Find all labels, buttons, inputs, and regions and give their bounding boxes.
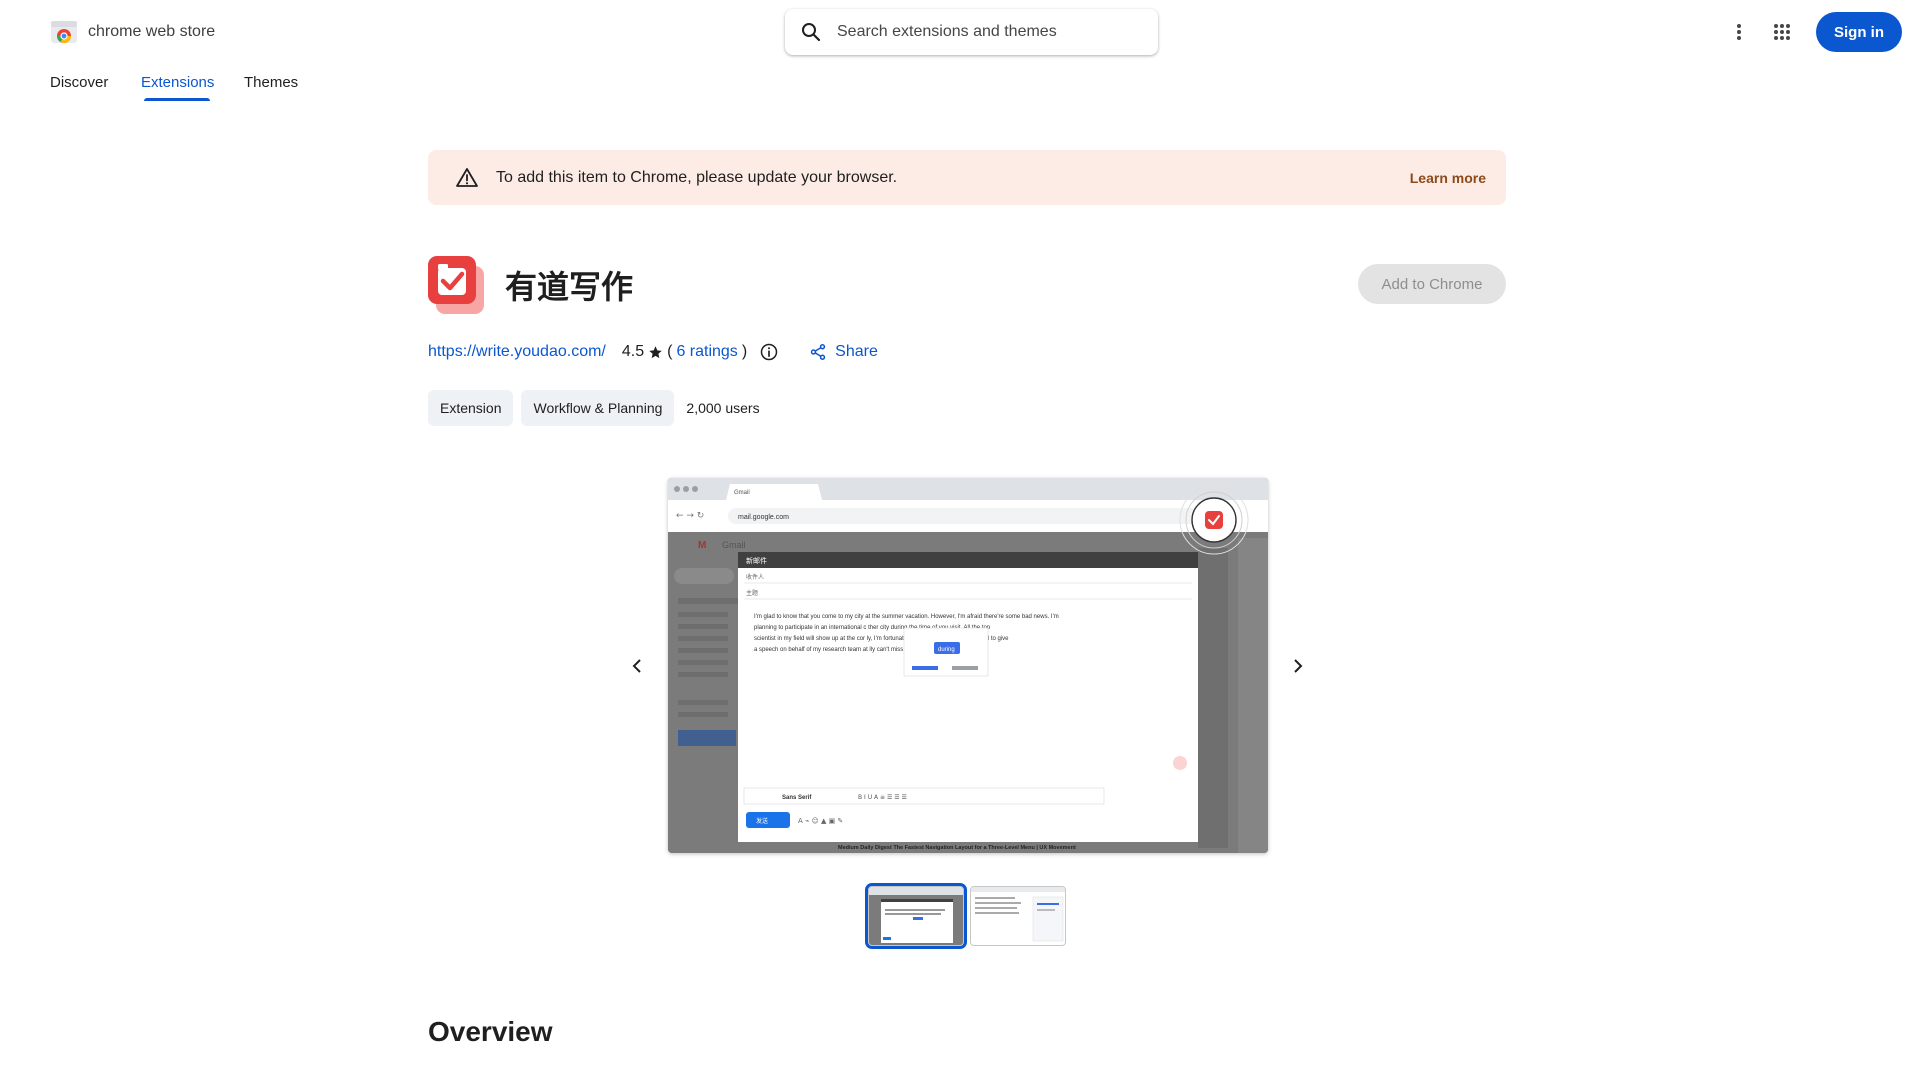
learn-more-link[interactable]: Learn more (1410, 170, 1486, 186)
top-header: chrome web store Sign in (0, 0, 1920, 64)
sign-in-button[interactable]: Sign in (1816, 12, 1902, 52)
search-input[interactable] (837, 23, 1137, 41)
banner-message: To add this item to Chrome, please updat… (496, 168, 898, 186)
share-icon (810, 344, 826, 360)
svg-text:M: M (698, 540, 706, 551)
warning-icon (456, 167, 478, 187)
svg-text:← → ↻: ← → ↻ (676, 511, 704, 521)
more-options-icon[interactable] (1727, 20, 1751, 44)
update-browser-banner: To add this item to Chrome, please updat… (428, 150, 1506, 205)
rating: 4.5 (6 ratings) (622, 343, 747, 361)
info-icon[interactable] (759, 342, 779, 362)
carousel-next-button[interactable] (1286, 654, 1310, 678)
compose-to-label: 收件人 (746, 573, 764, 581)
extension-meta: https://write.youdao.com/ 4.5 (6 ratings… (428, 342, 878, 362)
thumbnail-2[interactable] (970, 886, 1066, 946)
chip-workflow-planning[interactable]: Workflow & Planning (521, 390, 675, 426)
google-apps-icon[interactable] (1770, 20, 1794, 44)
ratings-count-link[interactable]: 6 ratings (676, 343, 737, 361)
carousel-prev-button[interactable] (625, 654, 649, 678)
gmail-compose-screenshot: Gmail ← → ↻ mail.google.com M Gmail 新邮件 … (668, 478, 1268, 853)
compose-subject-label: 主题 (746, 589, 758, 597)
font-selector: Sans Serif (782, 795, 812, 801)
extension-title: 有道写作 (505, 268, 634, 306)
chevron-left-icon (632, 659, 641, 673)
chrome-web-store-logo-icon (51, 21, 77, 43)
nav-discover[interactable]: Discover (50, 68, 141, 97)
star-icon (649, 345, 662, 358)
svg-text:B I U A ≡ ☰ ☰ ☰: B I U A ≡ ☰ ☰ ☰ (858, 794, 907, 801)
thumbnail-1-preview (869, 887, 963, 945)
rating-value: 4.5 (621, 343, 645, 360)
chip-extension[interactable]: Extension (428, 390, 514, 426)
add-to-chrome-button[interactable]: Add to Chrome (1358, 264, 1506, 304)
search-box[interactable] (785, 9, 1158, 55)
svg-text:Gmail: Gmail (722, 540, 746, 550)
search-icon (802, 23, 821, 42)
chevron-right-icon (1294, 659, 1303, 673)
thumbnail-1[interactable] (865, 883, 967, 949)
screenshot-thumbnails (865, 883, 1066, 949)
nav-extensions[interactable]: Extensions (141, 68, 244, 101)
brand-label: chrome web store (88, 23, 216, 40)
suggestion-chip: during (938, 647, 955, 653)
nav-themes[interactable]: Themes (244, 68, 314, 97)
address-bar-text: mail.google.com (738, 514, 789, 521)
thumbnail-2-preview (971, 887, 1065, 945)
ratings-paren-open: ( (667, 343, 673, 360)
ratings-paren-close: ) (741, 343, 748, 360)
main-nav: Discover Extensions Themes (50, 68, 314, 101)
svg-text:A ⌁ ☺ ▲ ▣ ✎: A ⌁ ☺ ▲ ▣ ✎ (798, 817, 843, 825)
compose-title: 新邮件 (746, 556, 767, 565)
youdao-writing-app-icon (428, 256, 484, 314)
send-button-label: 发送 (756, 817, 768, 825)
active-tab-indicator (144, 98, 210, 101)
compose-body-line-4: a speech on behalf of my research team a… (754, 647, 910, 653)
user-count: 2,000 users (686, 400, 760, 416)
nav-extensions-label: Extensions (141, 74, 215, 91)
browser-tab-label: Gmail (734, 490, 750, 496)
share-button[interactable]: Share (809, 343, 878, 361)
main-screenshot[interactable]: Gmail ← → ↻ mail.google.com M Gmail 新邮件 … (668, 478, 1268, 853)
website-link[interactable]: https://write.youdao.com/ (428, 343, 606, 361)
category-chips: Extension Workflow & Planning 2,000 user… (428, 390, 760, 426)
overview-heading: Overview (428, 1016, 553, 1047)
inbox-footer-row: Medium Daily Digest The Fastest Navigati… (838, 845, 1076, 851)
compose-body-line-1: I'm glad to know that you come to my cit… (754, 614, 1059, 620)
store-brand[interactable]: chrome web store (50, 18, 215, 46)
share-label: Share (835, 343, 878, 360)
